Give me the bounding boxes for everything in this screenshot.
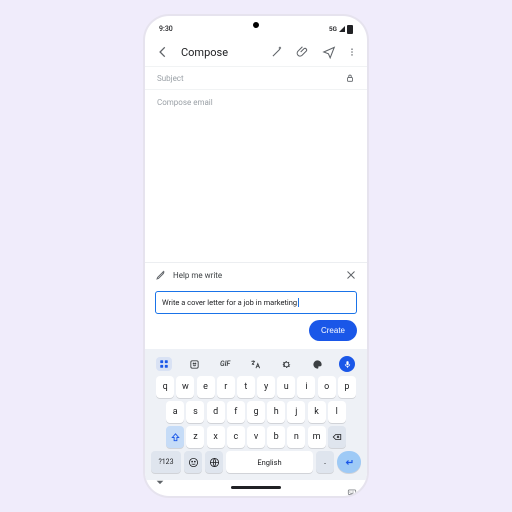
key-y[interactable]: y bbox=[257, 376, 275, 398]
settings-icon[interactable] bbox=[278, 357, 296, 371]
period-key[interactable]: . bbox=[316, 451, 334, 473]
key-c[interactable]: c bbox=[227, 426, 245, 448]
translate-icon[interactable] bbox=[247, 357, 265, 371]
symbols-key[interactable]: ?123 bbox=[151, 451, 181, 473]
keyboard-switch-icon[interactable] bbox=[347, 482, 357, 492]
keyboard-row-4: ?123 English . bbox=[148, 451, 364, 473]
enter-key[interactable] bbox=[337, 451, 361, 473]
key-f[interactable]: f bbox=[227, 401, 245, 423]
keyboard-toolbar: GIF bbox=[148, 353, 364, 376]
key-q[interactable]: q bbox=[156, 376, 174, 398]
spacebar-key[interactable]: English bbox=[226, 451, 313, 473]
help-me-write-panel: Help me write Write a cover letter for a… bbox=[145, 262, 367, 349]
mic-icon[interactable] bbox=[339, 356, 355, 372]
prompt-input[interactable]: Write a cover letter for a job in market… bbox=[155, 291, 357, 314]
close-icon[interactable] bbox=[345, 269, 357, 281]
globe-key[interactable] bbox=[205, 451, 223, 473]
key-g[interactable]: g bbox=[247, 401, 265, 423]
magic-wand-icon[interactable] bbox=[269, 44, 285, 60]
key-z[interactable]: z bbox=[186, 426, 204, 448]
clock: 9:30 bbox=[159, 25, 173, 33]
key-p[interactable]: p bbox=[338, 376, 356, 398]
subject-row[interactable]: Subject bbox=[145, 66, 367, 90]
key-b[interactable]: b bbox=[267, 426, 285, 448]
palette-icon[interactable] bbox=[309, 357, 327, 371]
backspace-key[interactable] bbox=[328, 426, 346, 448]
lock-icon bbox=[345, 73, 355, 83]
assistant-chip-icon[interactable] bbox=[156, 357, 172, 371]
page-title: Compose bbox=[181, 46, 259, 59]
key-r[interactable]: r bbox=[217, 376, 235, 398]
battery-icon bbox=[347, 25, 353, 34]
network-label: 5G bbox=[329, 25, 337, 33]
key-o[interactable]: o bbox=[318, 376, 336, 398]
gif-button[interactable]: GIF bbox=[216, 357, 234, 371]
back-icon[interactable] bbox=[155, 44, 171, 60]
signal-icon bbox=[339, 26, 345, 32]
nav-hide-keyboard-icon[interactable] bbox=[155, 482, 165, 492]
subject-placeholder: Subject bbox=[157, 74, 184, 83]
key-h[interactable]: h bbox=[267, 401, 285, 423]
key-d[interactable]: d bbox=[207, 401, 225, 423]
create-button[interactable]: Create bbox=[309, 320, 357, 341]
attachment-icon[interactable] bbox=[295, 44, 311, 60]
key-e[interactable]: e bbox=[197, 376, 215, 398]
gesture-handle[interactable] bbox=[231, 486, 281, 489]
phone-frame: 9:30 5G Compose Subject C bbox=[145, 16, 367, 496]
key-l[interactable]: l bbox=[328, 401, 346, 423]
sticker-icon[interactable] bbox=[185, 357, 203, 371]
email-body[interactable]: Compose email bbox=[145, 90, 367, 262]
key-n[interactable]: n bbox=[287, 426, 305, 448]
app-bar: Compose bbox=[145, 38, 367, 66]
keyboard-row-2: asdfghjkl bbox=[148, 401, 364, 423]
send-icon[interactable] bbox=[321, 44, 337, 60]
keyboard-row-3: zxcvbnm bbox=[148, 426, 364, 448]
help-me-write-title: Help me write bbox=[173, 271, 222, 280]
key-j[interactable]: j bbox=[287, 401, 305, 423]
key-a[interactable]: a bbox=[166, 401, 184, 423]
keyboard-row-1: qwertyuiop bbox=[148, 376, 364, 398]
key-m[interactable]: m bbox=[308, 426, 326, 448]
key-k[interactable]: k bbox=[308, 401, 326, 423]
key-t[interactable]: t bbox=[237, 376, 255, 398]
shift-key[interactable] bbox=[166, 426, 184, 448]
more-icon[interactable] bbox=[347, 44, 357, 60]
key-i[interactable]: i bbox=[297, 376, 315, 398]
keyboard: GIF qwertyuiop asdfghjkl zxcvbnm bbox=[145, 349, 367, 480]
key-w[interactable]: w bbox=[176, 376, 194, 398]
camera-hole bbox=[253, 22, 259, 28]
key-x[interactable]: x bbox=[207, 426, 225, 448]
key-s[interactable]: s bbox=[186, 401, 204, 423]
emoji-key[interactable] bbox=[184, 451, 202, 473]
key-u[interactable]: u bbox=[277, 376, 295, 398]
body-placeholder: Compose email bbox=[157, 98, 213, 107]
nav-bar bbox=[145, 480, 367, 496]
prompt-text: Write a cover letter for a job in market… bbox=[162, 298, 297, 307]
pencil-sparkle-icon bbox=[155, 269, 167, 281]
key-v[interactable]: v bbox=[247, 426, 265, 448]
text-cursor bbox=[298, 298, 299, 307]
